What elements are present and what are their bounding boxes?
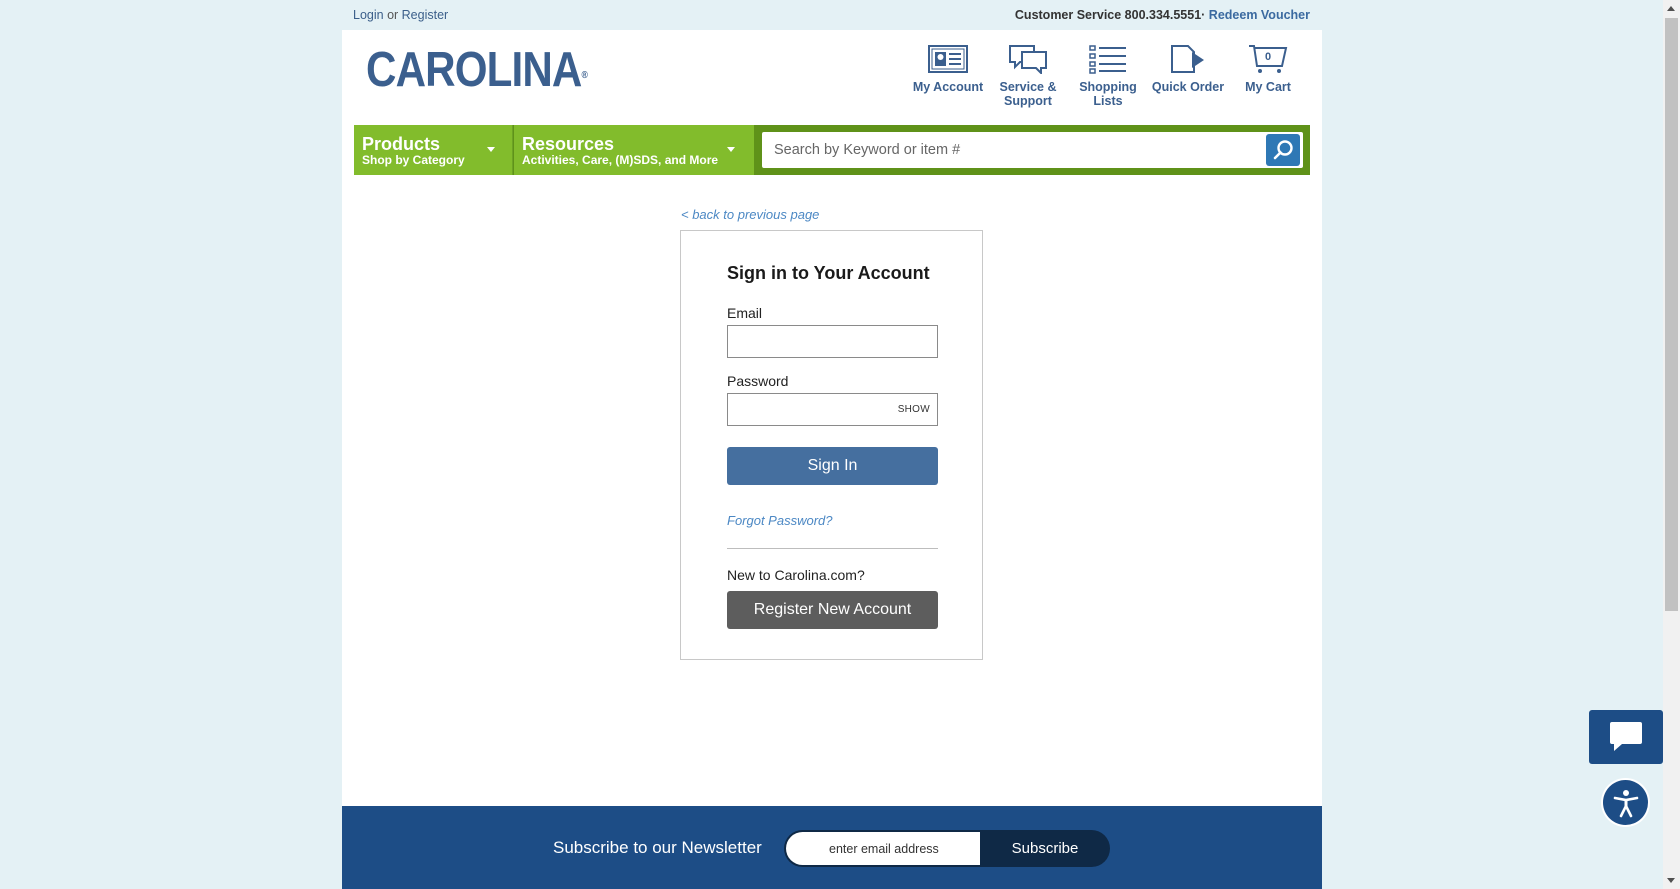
quick-order-link[interactable]: Quick Order: [1148, 44, 1228, 108]
logo-text: CAROLINA: [366, 43, 582, 97]
customer-service-text: Customer Service 800.334.5551: [1014, 8, 1202, 22]
utility-bar: Login or Register Customer Service 800.3…: [353, 0, 1310, 30]
resources-subtitle: Activities, Care, (M)SDS, and More: [522, 153, 719, 167]
password-field-wrap: SHOW: [727, 393, 938, 426]
newsletter-email-input[interactable]: [786, 832, 980, 865]
register-link[interactable]: Register: [402, 8, 449, 22]
email-label: Email: [727, 305, 763, 321]
utility-right: Customer Service 800.334.5551· Redeem Vo…: [1015, 8, 1310, 22]
list-icon: [1089, 45, 1126, 74]
chat-icon: [1610, 722, 1642, 751]
resources-menu[interactable]: Resources Activities, Care, (M)SDS, and …: [514, 125, 754, 175]
search-icon: [1273, 140, 1293, 160]
carolina-logo[interactable]: CAROLINA®: [366, 43, 588, 97]
chat-widget-button[interactable]: [1589, 710, 1663, 764]
service-support-link[interactable]: Service & Support: [988, 44, 1068, 108]
main-nav: Products Shop by Category Resources Acti…: [354, 125, 1310, 175]
scrollbar-thumb[interactable]: [1665, 18, 1678, 611]
forgot-password-link[interactable]: Forgot Password?: [727, 513, 833, 528]
signin-card: Sign in to Your Account Email Password S…: [680, 230, 983, 660]
search-input[interactable]: [762, 132, 1262, 168]
register-new-account-button[interactable]: Register New Account: [727, 591, 938, 629]
accessibility-icon: [1613, 789, 1638, 817]
newsletter-footer: Subscribe to our Newsletter Subscribe: [342, 806, 1322, 889]
newsletter-form: Subscribe: [784, 830, 1110, 867]
resources-title: Resources: [522, 134, 615, 154]
account-card-icon: [928, 45, 968, 73]
logo-registered-mark: ®: [581, 70, 588, 81]
back-to-previous-link[interactable]: < back to previous page: [681, 207, 819, 222]
chat-bubbles-icon: [1009, 45, 1047, 74]
chevron-down-icon: [727, 147, 735, 152]
divider: [727, 548, 938, 549]
redeem-voucher-link[interactable]: Redeem Voucher: [1209, 8, 1310, 22]
search-bar: [762, 132, 1303, 168]
subscribe-button[interactable]: Subscribe: [980, 830, 1110, 867]
chevron-down-icon: [487, 147, 495, 152]
header-icon-bar: My Account Service & Support Shopping Li…: [908, 44, 1308, 108]
signin-title: Sign in to Your Account: [727, 263, 930, 283]
cart-count: 0: [1264, 51, 1272, 63]
page-scrollbar[interactable]: [1663, 0, 1680, 889]
service-support-label: Service & Support: [999, 80, 1057, 108]
accessibility-button[interactable]: [1603, 780, 1648, 825]
show-password-toggle[interactable]: SHOW: [898, 404, 930, 415]
shopping-lists-label: Shopping Lists: [1079, 80, 1137, 108]
signin-button[interactable]: Sign In: [727, 447, 938, 485]
products-menu[interactable]: Products Shop by Category: [354, 125, 513, 175]
search-button[interactable]: [1266, 134, 1300, 166]
newsletter-title: Subscribe to our Newsletter: [553, 838, 762, 857]
quick-order-icon: [1171, 45, 1204, 73]
quick-order-label: Quick Order: [1151, 80, 1225, 94]
separator: ·: [1201, 8, 1209, 22]
password-label: Password: [727, 373, 789, 389]
my-cart-label: My Cart: [1245, 80, 1291, 94]
page-container: CAROLINA® My Account Service & Support S…: [342, 30, 1322, 889]
scroll-up-arrow-icon[interactable]: [1667, 6, 1675, 11]
my-account-link[interactable]: My Account: [908, 44, 988, 108]
products-subtitle: Shop by Category: [362, 153, 465, 167]
email-field[interactable]: [728, 326, 937, 357]
auth-links: Login or Register: [353, 8, 448, 22]
new-customer-text: New to Carolina.com?: [727, 567, 865, 583]
my-cart-link[interactable]: 0 My Cart: [1228, 44, 1308, 108]
login-link[interactable]: Login: [353, 8, 384, 22]
shopping-lists-link[interactable]: Shopping Lists: [1068, 44, 1148, 108]
or-text: or: [383, 8, 402, 22]
email-field-wrap: [727, 325, 938, 358]
scroll-down-arrow-icon[interactable]: [1667, 878, 1675, 883]
my-account-label: My Account: [912, 80, 984, 94]
